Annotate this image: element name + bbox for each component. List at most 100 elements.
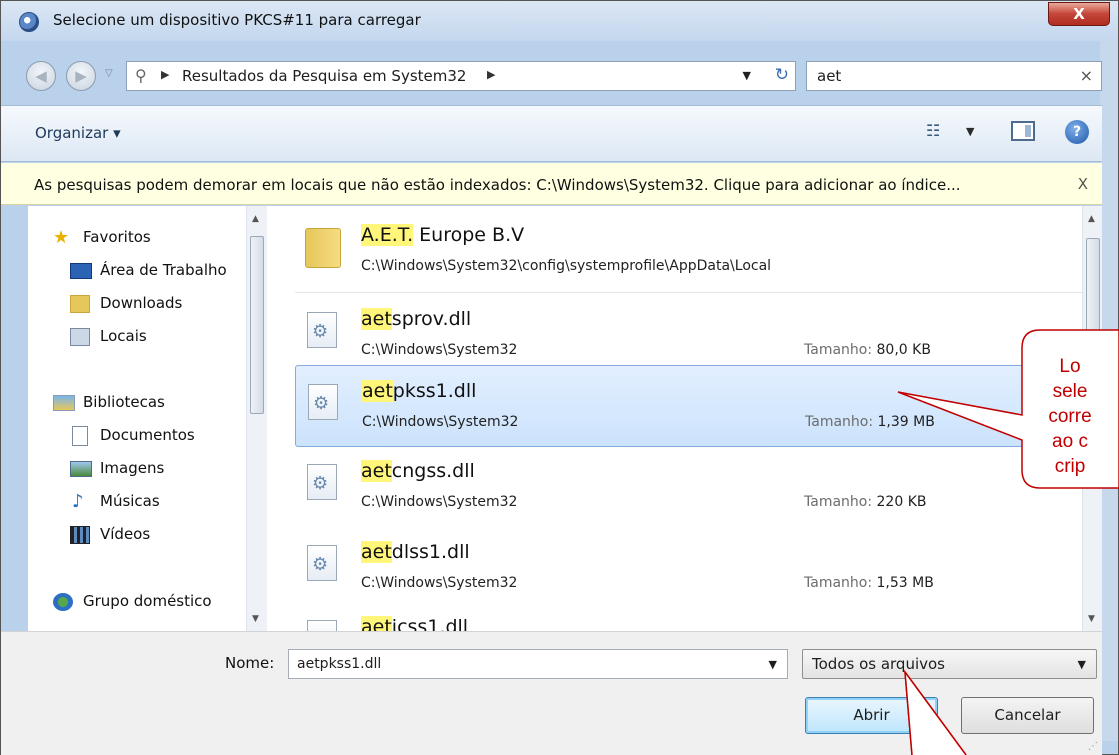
filename-value[interactable]: aetpkss1.dll <box>297 656 381 672</box>
breadcrumb-chevron-icon[interactable]: ▶ <box>161 68 169 81</box>
places-icon <box>70 328 90 346</box>
close-button[interactable]: X <box>1048 2 1110 26</box>
nav-downloads-label: Downloads <box>100 294 183 312</box>
filename-label: Nome: <box>225 654 275 672</box>
nav-desktop-label: Área de Trabalho <box>100 261 227 279</box>
file-name: aetjcss1.dll <box>361 616 468 631</box>
preview-pane-icon[interactable] <box>1011 121 1035 141</box>
file-name: aetpkss1.dll <box>362 380 477 402</box>
scroll-up-arrow-icon[interactable]: ▲ <box>1088 214 1095 224</box>
callout-line: crip <box>1054 456 1086 477</box>
callout-line: ao c <box>1052 431 1088 452</box>
refresh-icon[interactable]: ↻ <box>775 65 789 85</box>
address-bar[interactable]: ⚲ ▶ Resultados da Pesquisa em System32 ▶… <box>126 61 796 91</box>
file-path: C:\Windows\System32 <box>362 414 519 430</box>
libraries-icon <box>53 395 75 411</box>
dll-file-icon <box>307 545 337 581</box>
nav-images-label: Imagens <box>100 459 165 477</box>
nav-homegroup[interactable]: Grupo doméstico <box>53 592 212 611</box>
music-icon: ♪ <box>72 491 84 512</box>
nav-favorites-label: Favoritos <box>83 228 151 246</box>
info-bar[interactable]: As pesquisas podem demorar em locais que… <box>1 163 1102 205</box>
nav-libraries-label: Bibliotecas <box>83 393 165 411</box>
filename-field[interactable]: aetpkss1.dll ▼ <box>288 649 788 679</box>
resize-grip-icon[interactable]: ⋰ <box>1088 741 1098 752</box>
dll-file-icon <box>307 464 337 500</box>
bottom-panel: Nome: aetpkss1.dll ▼ Todos os arquivos ▼… <box>1 631 1102 755</box>
help-icon[interactable]: ? <box>1065 120 1089 144</box>
app-icon <box>19 12 39 32</box>
desktop-icon <box>70 263 92 279</box>
nav-videos[interactable]: Vídeos <box>70 525 151 544</box>
breadcrumb-chevron-icon[interactable]: ▶ <box>487 68 495 81</box>
nav-documents-label: Documentos <box>100 426 195 444</box>
nav-homegroup-label: Grupo doméstico <box>83 592 212 610</box>
address-dropdown-icon[interactable]: ▼ <box>743 69 751 82</box>
search-input[interactable]: aet <box>817 67 841 85</box>
file-size: Tamanho: 1,39 MB <box>805 414 935 430</box>
star-icon: ★ <box>53 227 70 248</box>
dll-file-icon <box>307 312 337 348</box>
nav-images[interactable]: Imagens <box>70 459 164 477</box>
file-list: A.E.T. Europe B.V C:\Windows\System32\co… <box>268 206 1102 631</box>
filename-dropdown-icon[interactable]: ▼ <box>769 658 777 671</box>
nav-scroll-thumb[interactable] <box>250 236 264 414</box>
list-item-selected[interactable]: aetpkss1.dll C:\Windows\System32 Tamanho… <box>295 365 1082 447</box>
file-path: C:\Windows\System32 <box>361 494 518 510</box>
nav-pane-scrollbar[interactable]: ▲ ▼ <box>246 206 267 631</box>
list-item[interactable]: aetjcss1.dll <box>295 602 1082 631</box>
downloads-folder-icon <box>70 295 90 313</box>
list-item[interactable]: aetdlss1.dll C:\Windows\System32 Tamanho… <box>295 527 1082 609</box>
nav-documents[interactable]: Documentos <box>70 426 195 446</box>
view-dropdown-icon[interactable]: ▼ <box>966 125 974 138</box>
scroll-down-arrow-icon[interactable]: ▼ <box>252 614 259 624</box>
file-size: Tamanho: 1,53 MB <box>804 575 934 591</box>
nav-music-label: Músicas <box>100 492 160 510</box>
title-bar: Selecione um dispositivo PKCS#11 para ca… <box>1 1 1118 41</box>
scroll-down-arrow-icon[interactable]: ▼ <box>1088 614 1095 624</box>
open-button[interactable]: Abrir <box>805 697 938 734</box>
change-view-icon[interactable]: ☷ <box>926 121 940 140</box>
nav-videos-label: Vídeos <box>100 525 151 543</box>
list-item[interactable]: aetcngss.dll C:\Windows\System32 Tamanho… <box>295 446 1082 528</box>
organize-button[interactable]: Organizar ▾ <box>35 124 121 142</box>
callout-text: Lo sele corre ao c crip <box>1010 354 1119 479</box>
file-path: C:\Windows\System32 <box>361 575 518 591</box>
forward-button[interactable]: ▶ <box>66 61 96 91</box>
callout-line: Lo <box>1059 356 1081 377</box>
nav-places-label: Locais <box>100 327 147 345</box>
file-type-value[interactable]: Todos os arquivos <box>812 655 945 673</box>
breadcrumb[interactable]: Resultados da Pesquisa em System32 <box>182 67 466 85</box>
dll-file-icon <box>307 620 337 631</box>
documents-icon <box>72 426 88 446</box>
list-separator <box>295 292 1082 293</box>
file-path: C:\Windows\System32\config\systemprofile… <box>361 258 772 274</box>
scroll-up-arrow-icon[interactable]: ▲ <box>252 214 259 224</box>
back-button[interactable]: ◀ <box>26 61 56 91</box>
nav-favorites[interactable]: ★ Favoritos <box>53 227 151 248</box>
navigation-pane: ★ Favoritos Área de Trabalho Downloads L… <box>28 206 268 631</box>
file-size: Tamanho: 80,0 KB <box>804 342 931 358</box>
info-bar-close-icon[interactable]: X <box>1078 175 1088 193</box>
images-icon <box>70 461 92 477</box>
file-name: aetdlss1.dll <box>361 541 470 563</box>
search-box[interactable]: aet × <box>806 61 1102 91</box>
file-type-dropdown-icon[interactable]: ▼ <box>1078 658 1086 671</box>
recent-pages-dropdown-icon[interactable]: ▽ <box>105 68 113 79</box>
nav-desktop[interactable]: Área de Trabalho <box>70 261 227 279</box>
nav-places[interactable]: Locais <box>70 327 147 346</box>
folder-icon <box>305 228 341 268</box>
file-name: aetcngss.dll <box>361 460 475 482</box>
list-item[interactable]: aetsprov.dll C:\Windows\System32 Tamanho… <box>295 294 1082 376</box>
list-item[interactable]: A.E.T. Europe B.V C:\Windows\System32\co… <box>295 210 1082 292</box>
clear-search-icon[interactable]: × <box>1080 66 1093 85</box>
info-bar-text[interactable]: As pesquisas podem demorar em locais que… <box>34 176 961 194</box>
file-type-select[interactable]: Todos os arquivos ▼ <box>802 649 1097 679</box>
nav-downloads[interactable]: Downloads <box>70 294 183 313</box>
file-open-dialog: Selecione um dispositivo PKCS#11 para ca… <box>0 0 1119 755</box>
dll-file-icon <box>308 384 338 420</box>
videos-icon <box>70 526 90 544</box>
cancel-button[interactable]: Cancelar <box>961 697 1094 734</box>
nav-music[interactable]: ♪ Músicas <box>70 491 160 512</box>
nav-libraries[interactable]: Bibliotecas <box>53 393 165 411</box>
